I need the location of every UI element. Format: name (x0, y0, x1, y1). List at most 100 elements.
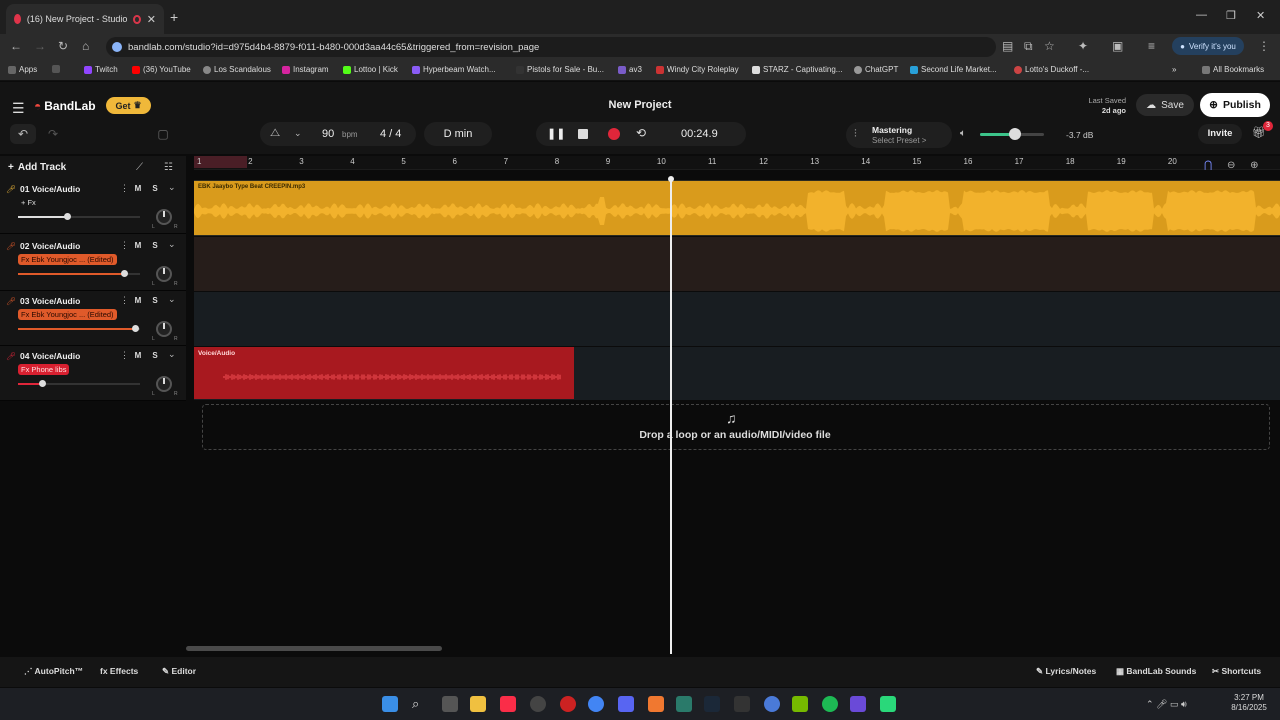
get-membership-button[interactable]: Get ♛ (106, 97, 151, 114)
bookmark-lottos-duckoff[interactable]: Lotto's Duckoff -... (1014, 65, 1089, 74)
speaker-mute-icon[interactable]: 🔈︎ (960, 128, 966, 139)
tab-close-icon[interactable]: ✕ (147, 13, 156, 26)
system-tray[interactable]: ⌃ 🎤︎ ▭ 🔊︎ (1146, 699, 1187, 710)
redo-button[interactable]: ↷ (40, 124, 66, 144)
bandlab-sounds-button[interactable]: ▦ BandLab Sounds (1116, 666, 1196, 677)
project-title[interactable]: New Project (560, 99, 720, 111)
bookmark-second-life[interactable]: Second Life Market... (910, 65, 997, 74)
automation-icon[interactable]: ⟋ (136, 162, 143, 173)
site-info-icon[interactable] (112, 42, 122, 52)
bookmark-pistols[interactable]: Pistols for Sale - Bu... (516, 65, 604, 74)
mastering-button[interactable]: ⫶ Mastering Select Preset > (846, 122, 952, 148)
track-lane-3[interactable] (194, 292, 1280, 346)
shortcuts-button[interactable]: ✂ Shortcuts (1212, 666, 1261, 677)
fx-chain-button[interactable]: Fx Phone libs (18, 364, 70, 375)
playhead-handle[interactable] (668, 176, 674, 182)
bookmark-instagram[interactable]: Instagram (282, 65, 329, 74)
task-view-icon[interactable] (442, 696, 458, 712)
loop-icon[interactable]: ⟲ (636, 126, 646, 140)
fx-chain-button[interactable]: + Fx (18, 197, 39, 208)
tempo-value[interactable]: 90 (322, 128, 334, 140)
snap-magnet-icon[interactable]: ⋂ (1204, 160, 1212, 171)
playhead[interactable] (670, 178, 672, 654)
fx-chain-button[interactable]: Fx Ebk Youngjoc ... (Edited) (18, 254, 117, 265)
menu-hamburger-icon[interactable]: ☰ (12, 100, 25, 117)
stop-button[interactable] (578, 129, 588, 139)
pan-knob[interactable] (156, 321, 172, 337)
mute-button[interactable]: M (132, 350, 144, 361)
bookmark-star-icon[interactable]: ☆ (1044, 39, 1055, 53)
publish-button[interactable]: ⊕ Publish (1200, 93, 1270, 117)
bookmark-apps[interactable]: Apps (8, 65, 37, 74)
track-menu-icon[interactable]: ⋮ (120, 240, 129, 251)
settings-gear-icon[interactable] (530, 696, 546, 712)
mute-button[interactable]: M (132, 183, 144, 194)
bookmark-kick[interactable]: Lottoo | Kick (343, 65, 398, 74)
minimize-button[interactable]: — (1196, 9, 1207, 21)
track-settings-icon[interactable]: ☷ (164, 162, 173, 173)
maximize-button[interactable]: ❐ (1226, 9, 1236, 22)
start-icon[interactable] (382, 696, 398, 712)
bookmark-av3[interactable]: av3 (618, 65, 642, 74)
solo-button[interactable]: S (149, 295, 161, 306)
capcut-icon[interactable] (734, 696, 750, 712)
browser-icon[interactable] (764, 696, 780, 712)
chevron-down-icon[interactable]: ⌄ (168, 239, 176, 250)
track-name[interactable]: 03 Voice/Audio (20, 296, 80, 306)
browser-menu-icon[interactable]: ⋮ (1258, 39, 1270, 53)
key-selector[interactable]: D min (424, 122, 492, 146)
all-bookmarks[interactable]: All Bookmarks (1202, 65, 1264, 74)
track-name[interactable]: 04 Voice/Audio (20, 351, 80, 361)
record-button[interactable] (608, 128, 620, 140)
metronome-icon[interactable]: ⧍ (270, 127, 280, 140)
track-menu-icon[interactable]: ⋮ (120, 183, 129, 194)
track-menu-icon[interactable]: ⋮ (120, 295, 129, 306)
back-icon[interactable]: ← (10, 39, 22, 53)
effects-button[interactable]: fx Effects (100, 666, 138, 676)
opera-icon[interactable] (560, 696, 576, 712)
loop-region[interactable] (194, 156, 247, 168)
track-header-3[interactable]: 🎤︎ 03 Voice/Audio ⋮ M S ⌄ Fx Ebk Youngjoc ... … (0, 292, 186, 346)
share-icon[interactable]: ⧉ (1024, 39, 1033, 54)
chat-app-icon[interactable] (880, 696, 896, 712)
spotify-icon[interactable] (822, 696, 838, 712)
chevron-down-icon[interactable]: ⌄ (168, 294, 176, 305)
solo-button[interactable]: S (149, 183, 161, 194)
track-name[interactable]: 02 Voice/Audio (20, 241, 80, 251)
bookmark-los-scandalous[interactable]: Los Scandalous (203, 65, 271, 74)
bookmark-hyperbeam[interactable]: Hyperbeam Watch... (412, 65, 496, 74)
save-button[interactable]: ☁ Save (1136, 94, 1194, 116)
forward-icon[interactable]: → (34, 39, 46, 53)
mute-button[interactable]: M (132, 240, 144, 251)
bookmark-chatgpt[interactable]: ChatGPT (854, 65, 898, 74)
bandlab-logo[interactable]: ◓ BandLab (34, 99, 96, 113)
chevron-down-icon[interactable]: ⌄ (168, 349, 176, 360)
bookmarks-overflow-icon[interactable]: » (1172, 65, 1176, 74)
xbox-icon[interactable] (676, 696, 692, 712)
pan-knob[interactable] (156, 376, 172, 392)
audio-clip-voice[interactable]: Voice/Audio (194, 347, 574, 399)
track-menu-icon[interactable]: ⋮ (120, 350, 129, 361)
tab-search-icon[interactable] (52, 65, 60, 73)
bookmark-youtube[interactable]: (36) YouTube (132, 65, 191, 74)
music-app-icon[interactable] (500, 696, 516, 712)
chevron-down-icon[interactable]: ⌄ (168, 182, 176, 193)
verify-identity-button[interactable]: ● Verify it's you (1172, 37, 1244, 55)
track-name[interactable]: 01 Voice/Audio (20, 184, 80, 194)
taskbar-clock[interactable]: 3:27 PM 8/16/2025 (1224, 693, 1274, 713)
reload-icon[interactable]: ↻ (58, 39, 68, 53)
add-track-button[interactable]: + Add Track (8, 162, 66, 173)
lyrics-notes-button[interactable]: ✎ Lyrics/Notes (1036, 666, 1096, 677)
editor-button[interactable]: ✎ Editor (162, 666, 196, 677)
file-explorer-icon[interactable] (470, 696, 486, 712)
track-volume-knob[interactable] (39, 380, 47, 387)
bookmark-starz[interactable]: STARZ - Captivating... (752, 65, 842, 74)
fx-chain-button[interactable]: Fx Ebk Youngjoc ... (Edited) (18, 309, 117, 320)
reading-list-icon[interactable]: ≡ (1148, 39, 1155, 53)
zoom-out-icon[interactable]: ⊖ (1227, 160, 1235, 171)
invite-button[interactable]: Invite (1198, 124, 1242, 144)
close-window-button[interactable]: ✕ (1256, 9, 1265, 22)
time-signature[interactable]: 4 / 4 (380, 128, 401, 140)
extensions-icon[interactable]: ✦ (1078, 39, 1088, 53)
track-volume-knob[interactable] (63, 213, 71, 220)
